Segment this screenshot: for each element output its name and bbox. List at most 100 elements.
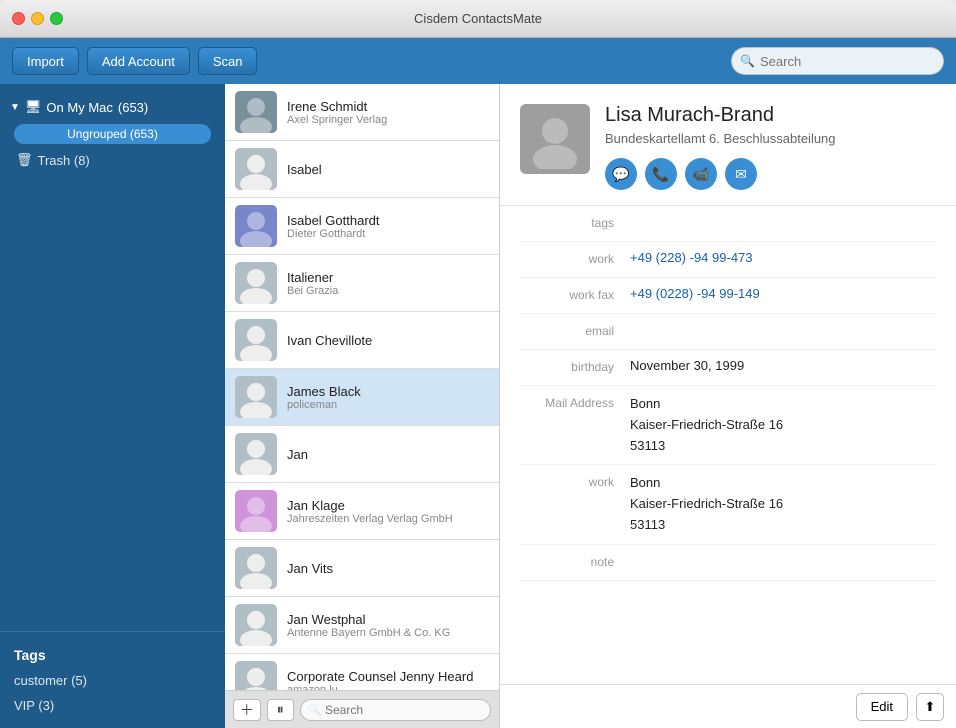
chevron-down-icon: ▼ [10, 102, 20, 113]
field-label: work fax [520, 286, 630, 302]
list-item[interactable]: Isabel GotthardtDieter Gotthardt [225, 198, 499, 255]
contact-avatar [235, 319, 277, 361]
sidebar: ▼ 🖥 On My Mac (653) Ungrouped (653) 🗑 Tr… [0, 84, 225, 728]
edit-contact-button[interactable]: ⏸ [267, 699, 295, 721]
contact-info: Jan KlageJahreszeiten Verlag Verlag GmbH [287, 498, 489, 525]
avatar-default-icon [235, 433, 277, 475]
field-value[interactable]: +49 (0228) -94 99-149 [630, 286, 936, 301]
avatar-default-icon [235, 661, 277, 690]
contact-info: Jan [287, 447, 489, 462]
list-item[interactable]: Isabel [225, 141, 499, 198]
list-item[interactable]: James Blackpoliceman [225, 369, 499, 426]
avatar-default-icon [235, 262, 277, 304]
share-button[interactable]: ⬆ [916, 693, 944, 721]
add-account-button[interactable]: Add Account [87, 47, 190, 75]
video-button[interactable]: 📹 [685, 158, 717, 190]
field-label: work [520, 250, 630, 266]
contact-avatar [235, 433, 277, 475]
toolbar-search-input[interactable] [731, 47, 944, 75]
mac-group-icon: 🖥 [25, 99, 42, 115]
minimize-button[interactable] [31, 12, 44, 25]
list-item[interactable]: Jan Vits [225, 540, 499, 597]
contact-name: Ivan Chevillote [287, 333, 489, 348]
field-value[interactable]: +49 (228) -94 99-473 [630, 250, 936, 265]
avatar-photo-icon [235, 91, 277, 133]
list-item[interactable]: Jan KlageJahreszeiten Verlag Verlag GmbH [225, 483, 499, 540]
detail-fields: tagswork+49 (228) -94 99-473work fax+49 … [500, 206, 956, 684]
list-item[interactable]: Jan WestphalAntenne Bayern GmbH & Co. KG [225, 597, 499, 654]
field-row: email [520, 314, 936, 350]
list-item[interactable]: Ivan Chevillote [225, 312, 499, 369]
message-button[interactable]: 💬 [605, 158, 637, 190]
contact-info: ItalienerBei Grazia [287, 270, 489, 297]
email-button[interactable]: ✉ [725, 158, 757, 190]
contact-name: Isabel Gotthardt [287, 213, 489, 228]
contact-info: Jan Vits [287, 561, 489, 576]
contact-info: Irene SchmidtAxel Springer Verlag [287, 99, 489, 126]
list-item[interactable]: Irene SchmidtAxel Springer Verlag [225, 84, 499, 141]
contact-list-footer: ＋ ⏸ 🔍 [225, 690, 499, 728]
contact-name: Jan [287, 447, 489, 462]
close-button[interactable] [12, 12, 25, 25]
field-row: Mail AddressBonn Kaiser-Friedrich-Straße… [520, 386, 936, 465]
avatar-default-icon [235, 148, 277, 190]
avatar-default-icon [235, 376, 277, 418]
list-search-wrapper: 🔍 [300, 699, 491, 721]
call-button[interactable]: 📞 [645, 158, 677, 190]
sidebar-tag-customer[interactable]: customer (5) [10, 668, 215, 693]
list-item[interactable]: Jan [225, 426, 499, 483]
toolbar-search-container: 🔍 [731, 47, 944, 75]
detail-footer: Edit ⬆ [500, 684, 956, 728]
contact-name: Jan Westphal [287, 612, 489, 627]
sidebar-tag-vip[interactable]: VIP (3) [10, 693, 215, 718]
list-item[interactable]: Corporate Counsel Jenny Heardamazon.lu [225, 654, 499, 690]
list-item[interactable]: ItalienerBei Grazia [225, 255, 499, 312]
field-value: Bonn Kaiser-Friedrich-Straße 16 53113 [630, 394, 936, 456]
field-label: birthday [520, 358, 630, 374]
add-contact-button[interactable]: ＋ [233, 699, 261, 721]
window-title: Cisdem ContactsMate [414, 11, 542, 26]
contact-name: Corporate Counsel Jenny Heard [287, 669, 489, 684]
field-row: workBonn Kaiser-Friedrich-Straße 16 5311… [520, 465, 936, 544]
main-content: ▼ 🖥 On My Mac (653) Ungrouped (653) 🗑 Tr… [0, 84, 956, 728]
contact-avatar [235, 205, 277, 247]
scan-button[interactable]: Scan [198, 47, 258, 75]
contact-info: Isabel GotthardtDieter Gotthardt [287, 213, 489, 240]
field-row: work+49 (228) -94 99-473 [520, 242, 936, 278]
contact-name: Jan Vits [287, 561, 489, 576]
title-bar: Cisdem ContactsMate [0, 0, 956, 38]
contact-list-scroll[interactable]: Irene SchmidtAxel Springer Verlag Isabel I… [225, 84, 499, 690]
detail-header: Lisa Murach-Brand Bundeskartellamt 6. Be… [500, 84, 956, 206]
detail-panel: Lisa Murach-Brand Bundeskartellamt 6. Be… [500, 84, 956, 728]
toolbar: Import Add Account Scan 🔍 [0, 38, 956, 84]
field-label: tags [520, 214, 630, 230]
avatar-photo-icon [235, 490, 277, 532]
list-search-input[interactable] [300, 699, 491, 721]
sidebar-trash-label: Trash (8) [38, 153, 90, 168]
contact-avatar [235, 490, 277, 532]
sidebar-tags-header: Tags [10, 642, 215, 668]
sidebar-group-count: (653) [118, 100, 148, 115]
sidebar-trash[interactable]: 🗑 Trash (8) [0, 148, 225, 172]
sidebar-on-my-mac[interactable]: ▼ 🖥 On My Mac (653) [0, 94, 225, 120]
contact-avatar [235, 148, 277, 190]
detail-avatar [520, 104, 590, 174]
contact-avatar [235, 547, 277, 589]
avatar-default-icon [235, 319, 277, 361]
field-value: Bonn Kaiser-Friedrich-Straße 16 53113 [630, 473, 936, 535]
contact-name: Jan Klage [287, 498, 489, 513]
field-label: work [520, 473, 630, 489]
contact-subtitle: Antenne Bayern GmbH & Co. KG [287, 627, 489, 639]
edit-button[interactable]: Edit [856, 693, 908, 721]
contact-avatar [235, 91, 277, 133]
search-icon: 🔍 [740, 54, 755, 68]
field-value: November 30, 1999 [630, 358, 936, 373]
contact-info: James Blackpoliceman [287, 384, 489, 411]
contact-name: Italiener [287, 270, 489, 285]
field-row: tags [520, 206, 936, 242]
import-button[interactable]: Import [12, 47, 79, 75]
maximize-button[interactable] [50, 12, 63, 25]
sidebar-accounts-section: ▼ 🖥 On My Mac (653) Ungrouped (653) 🗑 Tr… [0, 84, 225, 182]
field-label: Mail Address [520, 394, 630, 410]
sidebar-ungrouped[interactable]: Ungrouped (653) [14, 124, 211, 144]
